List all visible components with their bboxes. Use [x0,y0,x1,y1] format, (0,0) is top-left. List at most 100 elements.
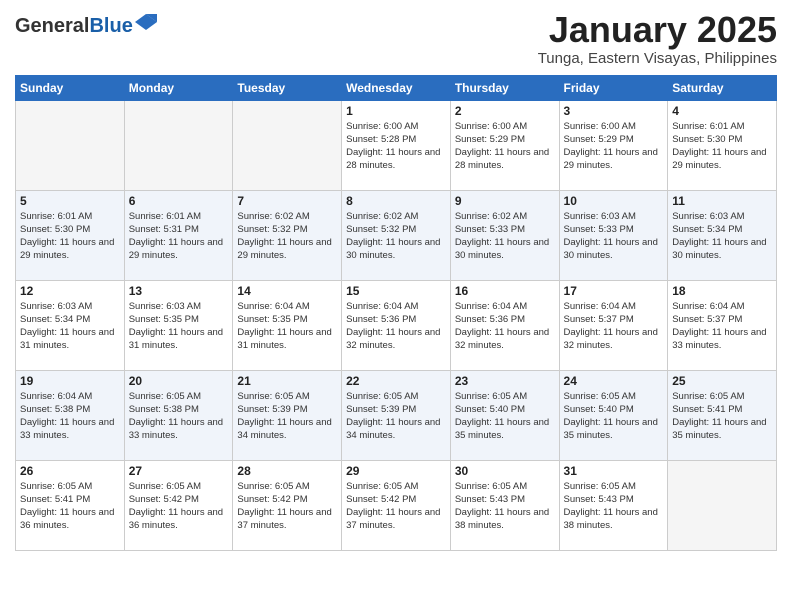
calendar-cell: 5Sunrise: 6:01 AMSunset: 5:30 PMDaylight… [16,190,125,280]
calendar-cell [124,100,233,190]
day-number: 14 [237,284,337,298]
day-number: 26 [20,464,120,478]
sunrise-text: Sunrise: 6:03 AM [672,211,744,222]
sunset-text: Sunset: 5:31 PM [129,224,199,235]
sunset-text: Sunset: 5:35 PM [237,314,307,325]
sunset-text: Sunset: 5:39 PM [346,404,416,415]
daylight-text: Daylight: 11 hours and 35 minutes. [564,417,658,441]
month-title: January 2025 [538,10,777,50]
day-number: 13 [129,284,229,298]
header-day-wednesday: Wednesday [342,75,451,100]
sunrise-text: Sunrise: 6:05 AM [129,481,201,492]
sunrise-text: Sunrise: 6:05 AM [237,391,309,402]
daylight-text: Daylight: 11 hours and 36 minutes. [20,507,114,531]
sunrise-text: Sunrise: 6:05 AM [20,481,92,492]
sunrise-text: Sunrise: 6:05 AM [455,481,527,492]
daylight-text: Daylight: 11 hours and 38 minutes. [455,507,549,531]
day-number: 25 [672,374,772,388]
calendar-week-row: 12 Sunrise: 6:03 AM Sunset: 5:34 PM Dayligh… [16,280,777,370]
day-number: 17 [564,284,664,298]
day-number: 28 [237,464,337,478]
sunset-text: Sunset: 5:40 PM [455,404,525,415]
sunrise-text: Sunrise: 6:00 AM [455,121,527,132]
daylight-text: Daylight: 11 hours and 32 minutes. [564,327,658,351]
sunrise-text: Sunrise: 6:05 AM [346,391,418,402]
day-number: 23 [455,374,555,388]
daylight-text: Daylight: 11 hours and 28 minutes. [346,147,440,171]
sunset-text: Sunset: 5:42 PM [129,494,199,505]
sunrise-text: Sunrise: 6:01 AM [129,211,201,222]
day-number: 30 [455,464,555,478]
header-day-monday: Monday [124,75,233,100]
sunrise-text: Sunrise: 6:02 AM [455,211,527,222]
calendar-cell: 16Sunrise: 6:04 AMSunset: 5:36 PMDayligh… [450,280,559,370]
day-info: Sunrise: 6:05 AMSunset: 5:40 PMDaylight:… [564,390,664,443]
sunrise-text: Sunrise: 6:05 AM [129,391,201,402]
sunset-text: Sunset: 5:42 PM [237,494,307,505]
sunrise-text: Sunrise: 6:04 AM [455,301,527,312]
calendar-cell [233,100,342,190]
sunrise-text: Sunrise: 6:04 AM [672,301,744,312]
day-info: Sunrise: 6:03 AMSunset: 5:33 PMDaylight:… [564,210,664,263]
day-number: 9 [455,194,555,208]
day-info: Sunrise: 6:05 AMSunset: 5:42 PMDaylight:… [237,480,337,533]
day-info: Sunrise: 6:01 AMSunset: 5:30 PMDaylight:… [20,210,120,263]
sunset-text: Sunset: 5:40 PM [564,404,634,415]
daylight-text: Daylight: 11 hours and 31 minutes. [129,327,223,351]
sunset-text: Sunset: 5:36 PM [455,314,525,325]
sunrise-text: Sunrise: 6:00 AM [346,121,418,132]
daylight-text: Daylight: 11 hours and 30 minutes. [346,237,440,261]
sunrise-text: Sunrise: 6:05 AM [455,391,527,402]
day-info: Sunrise: 6:00 AMSunset: 5:28 PMDaylight:… [346,120,446,173]
calendar-cell: 30Sunrise: 6:05 AMSunset: 5:43 PMDayligh… [450,460,559,550]
calendar-cell: 15Sunrise: 6:04 AMSunset: 5:36 PMDayligh… [342,280,451,370]
daylight-text: Daylight: 11 hours and 29 minutes. [564,147,658,171]
calendar-cell: 24 Sunrise: 6:05 AMSunset: 5:40 PMDayligh… [559,370,668,460]
sunrise-text: Sunrise: 6:03 AM [129,301,201,312]
sunset-text: Sunset: 5:34 PM [20,314,90,325]
sunset-text: Sunset: 5:30 PM [20,224,90,235]
day-info: Sunrise: 6:04 AMSunset: 5:35 PMDaylight:… [237,300,337,353]
daylight-text: Daylight: 11 hours and 38 minutes. [564,507,658,531]
day-info: Sunrise: 6:01 AMSunset: 5:30 PMDaylight:… [672,120,772,173]
sunrise-text: Sunrise: 6:04 AM [564,301,636,312]
sunrise-text: Sunrise: 6:04 AM [346,301,418,312]
calendar-cell [668,460,777,550]
day-number: 12 [20,284,120,298]
calendar-cell: 14 Sunrise: 6:04 AMSunset: 5:35 PMDayligh… [233,280,342,370]
calendar-cell: 7Sunrise: 6:02 AMSunset: 5:32 PMDaylight… [233,190,342,280]
calendar-cell: 21Sunrise: 6:05 AMSunset: 5:39 PMDayligh… [233,370,342,460]
sunrise-text: Sunrise: 6:05 AM [672,391,744,402]
day-number: 21 [237,374,337,388]
calendar-cell: 3Sunrise: 6:00 AMSunset: 5:29 PMDaylight… [559,100,668,190]
calendar-cell: 10 Sunrise: 6:03 AMSunset: 5:33 PMDayligh… [559,190,668,280]
day-number: 18 [672,284,772,298]
calendar-cell: 13Sunrise: 6:03 AMSunset: 5:35 PMDayligh… [124,280,233,370]
sunset-text: Sunset: 5:37 PM [564,314,634,325]
daylight-text: Daylight: 11 hours and 35 minutes. [455,417,549,441]
day-number: 20 [129,374,229,388]
day-number: 24 [564,374,664,388]
day-info: Sunrise: 6:04 AMSunset: 5:36 PMDaylight:… [346,300,446,353]
header-day-tuesday: Tuesday [233,75,342,100]
day-number: 10 [564,194,664,208]
calendar-cell: 8Sunrise: 6:02 AMSunset: 5:32 PMDaylight… [342,190,451,280]
daylight-text: Daylight: 11 hours and 29 minutes. [20,237,114,261]
daylight-text: Daylight: 11 hours and 33 minutes. [672,327,766,351]
header-day-thursday: Thursday [450,75,559,100]
logo-blue-text: Blue [89,15,132,37]
day-info: Sunrise: 6:02 AMSunset: 5:32 PMDaylight:… [346,210,446,263]
day-info: Sunrise: 6:02 AMSunset: 5:33 PMDaylight:… [455,210,555,263]
day-info: Sunrise: 6:04 AMSunset: 5:38 PMDaylight:… [20,390,120,443]
daylight-text: Daylight: 11 hours and 31 minutes. [237,327,331,351]
sunrise-text: Sunrise: 6:03 AM [20,301,92,312]
sunset-text: Sunset: 5:36 PM [346,314,416,325]
sunset-text: Sunset: 5:32 PM [346,224,416,235]
calendar-cell: 6Sunrise: 6:01 AMSunset: 5:31 PMDaylight… [124,190,233,280]
sunset-text: Sunset: 5:33 PM [455,224,525,235]
calendar-week-row: 26Sunrise: 6:05 AMSunset: 5:41 PMDayligh… [16,460,777,550]
day-number: 11 [672,194,772,208]
calendar-cell: 19Sunrise: 6:04 AMSunset: 5:38 PMDayligh… [16,370,125,460]
calendar-cell: 25Sunrise: 6:05 AMSunset: 5:41 PMDayligh… [668,370,777,460]
sunrise-text: Sunrise: 6:05 AM [564,481,636,492]
